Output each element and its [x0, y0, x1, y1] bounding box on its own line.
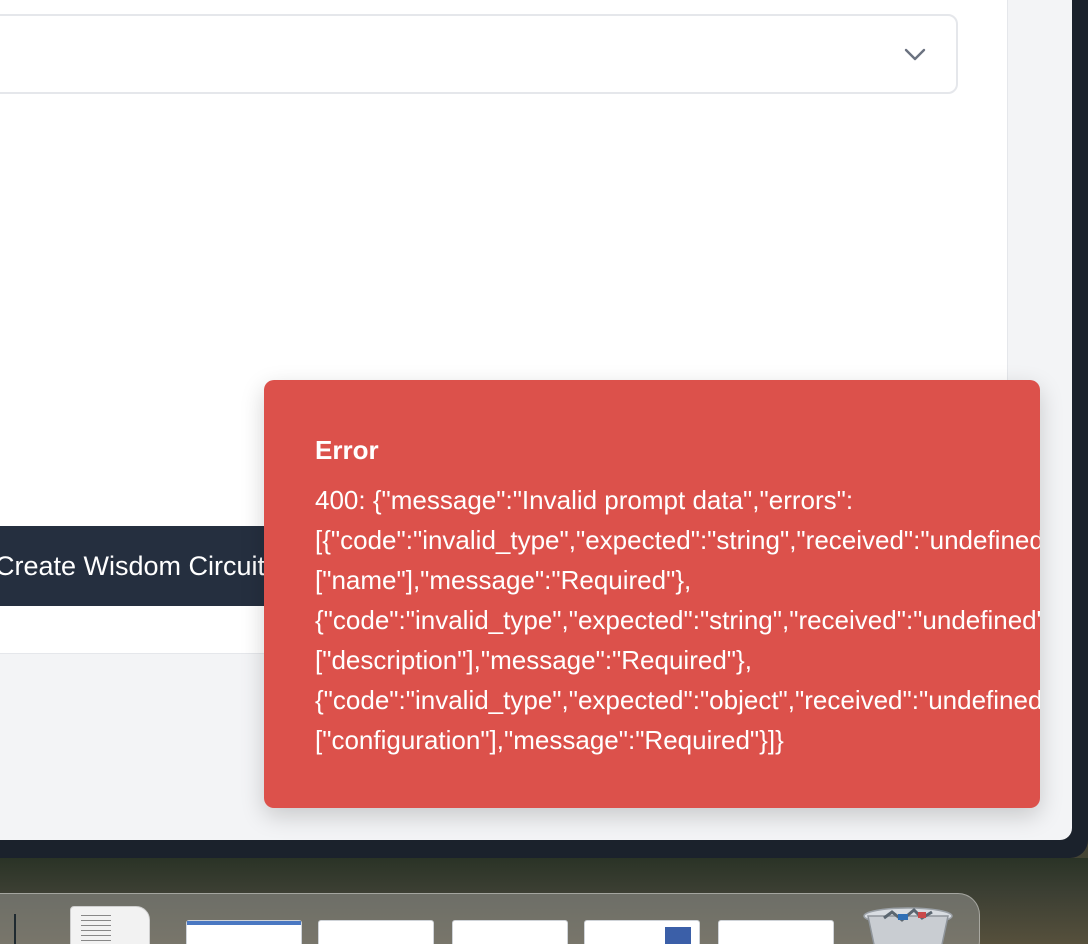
toast-message-line: ["configuration"],"message":"Required"}]…: [315, 725, 784, 755]
toast-message-line: {"code":"invalid_type","expected":"strin…: [315, 605, 1040, 635]
error-toast[interactable]: Error 400: {"message":"Invalid prompt da…: [264, 380, 1040, 808]
toast-message-line: 400: {"message":"Invalid prompt data","e…: [315, 485, 854, 515]
toast-message-line: [{"code":"invalid_type","expected":"stri…: [315, 525, 1040, 555]
window-thumbnail-2[interactable]: [318, 920, 434, 944]
toast-message-line: ["description"],"message":"Required"},: [315, 645, 752, 675]
thumbnail-toolbar: [187, 921, 301, 925]
create-wisdom-circuit-button[interactable]: Create Wisdom Circuit: [0, 526, 280, 606]
dock-divider: [14, 914, 16, 944]
trash-icon[interactable]: [862, 906, 954, 944]
chevron-down-icon[interactable]: [904, 44, 926, 66]
toast-title: Error: [315, 435, 379, 465]
window-thumbnail-1[interactable]: [186, 920, 302, 944]
thumbnail-panel: [665, 927, 691, 944]
toast-message-line: ["name"],"message":"Required"},: [315, 565, 692, 595]
select-dropdown[interactable]: [0, 14, 958, 94]
window-thumbnail-4[interactable]: [584, 920, 700, 944]
window-thumbnail-5[interactable]: [718, 920, 834, 944]
document-icon[interactable]: [70, 906, 150, 944]
window-thumbnail-3[interactable]: [452, 920, 568, 944]
toast-message-line: {"code":"invalid_type","expected":"objec…: [315, 685, 1040, 715]
